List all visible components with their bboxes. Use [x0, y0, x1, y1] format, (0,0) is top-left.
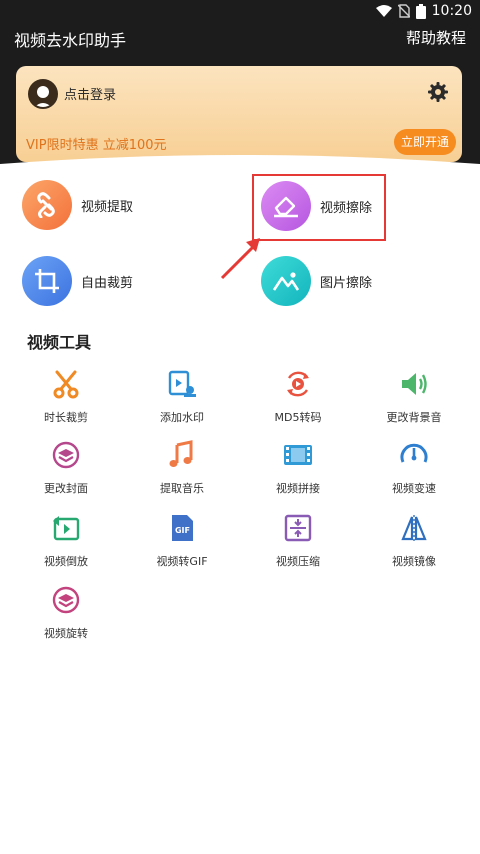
compress-icon: [284, 514, 312, 542]
tool-video-mirror[interactable]: 视频镜像: [359, 513, 469, 569]
section-title-video-tools: 视频工具: [27, 333, 92, 352]
crop-icon: [22, 256, 72, 306]
tool-video-reverse[interactable]: 视频倒放: [11, 513, 121, 569]
gear-icon[interactable]: [428, 82, 448, 102]
tool-trim-duration[interactable]: 时长裁剪: [11, 369, 121, 425]
scissors-icon: [53, 370, 79, 399]
tool-video-rotate[interactable]: 视频旋转: [11, 585, 121, 641]
music-note-icon: [169, 440, 193, 467]
feature-free-crop[interactable]: 自由裁剪: [22, 256, 133, 306]
tool-label: 视频变速: [392, 482, 436, 495]
tool-label: 更改背景音: [386, 411, 442, 424]
svg-text:GIF: GIF: [175, 526, 190, 535]
login-link[interactable]: 点击登录: [64, 84, 116, 103]
tool-add-watermark[interactable]: 添加水印: [127, 369, 237, 425]
add-watermark-icon: [168, 370, 196, 397]
tool-label: MD5转码: [274, 411, 322, 424]
app-title: 视频去水印助手: [14, 31, 127, 50]
reverse-play-icon: [53, 516, 80, 541]
feature-video-extract[interactable]: 视频提取: [22, 180, 133, 230]
film-icon: [284, 445, 312, 465]
tool-extract-music[interactable]: 提取音乐: [127, 440, 237, 496]
tool-label: 视频压缩: [276, 555, 320, 568]
tool-change-bg-audio[interactable]: 更改背景音: [359, 369, 469, 425]
tool-change-cover[interactable]: 更改封面: [11, 440, 121, 496]
tool-label: 视频倒放: [44, 555, 88, 568]
gif-icon: GIF: [172, 515, 193, 541]
speedometer-icon: [400, 443, 428, 463]
feature-label: 视频提取: [81, 199, 134, 215]
tool-label: 更改封面: [44, 482, 88, 495]
tool-video-compress[interactable]: 视频压缩: [243, 513, 353, 569]
layers-icon: [52, 441, 80, 469]
tool-label: 视频镜像: [392, 555, 436, 568]
speaker-icon: [402, 373, 427, 395]
feature-label: 自由裁剪: [81, 275, 134, 291]
tool-label: 视频拼接: [276, 482, 320, 495]
tool-label: 时长裁剪: [44, 411, 88, 424]
content-top-curve: [0, 155, 480, 180]
tool-label: 视频旋转: [44, 627, 88, 640]
vip-card: 点击登录 VIP限时特惠 立减100元 立即开通: [16, 66, 462, 162]
battery-icon: [415, 3, 426, 19]
tool-label: 添加水印: [160, 411, 204, 424]
tool-label: 视频转GIF: [156, 555, 208, 568]
tool-label: 提取音乐: [160, 482, 204, 495]
avatar[interactable]: [28, 79, 58, 109]
user-icon: [34, 86, 52, 107]
feature-image-erase[interactable]: 图片擦除: [261, 256, 372, 306]
image-icon: [261, 256, 311, 306]
mirror-icon: [401, 515, 427, 541]
link-icon: [22, 180, 72, 230]
md5-icon: [287, 371, 309, 397]
tool-video-concat[interactable]: 视频拼接: [243, 440, 353, 496]
tool-video-to-gif[interactable]: GIF 视频转GIF: [127, 513, 237, 569]
status-time: 10:20: [431, 3, 472, 19]
rotate-icon: [52, 586, 80, 614]
feature-label: 图片擦除: [320, 275, 373, 291]
help-button[interactable]: 帮助教程: [406, 27, 466, 48]
wifi-icon: [375, 5, 392, 17]
no-sim-icon: [397, 4, 410, 18]
tool-md5-transcode[interactable]: MD5转码: [243, 369, 353, 425]
highlight-box: [252, 174, 386, 241]
tool-video-speed[interactable]: 视频变速: [359, 440, 469, 496]
status-bar: 10:20: [0, 0, 480, 24]
